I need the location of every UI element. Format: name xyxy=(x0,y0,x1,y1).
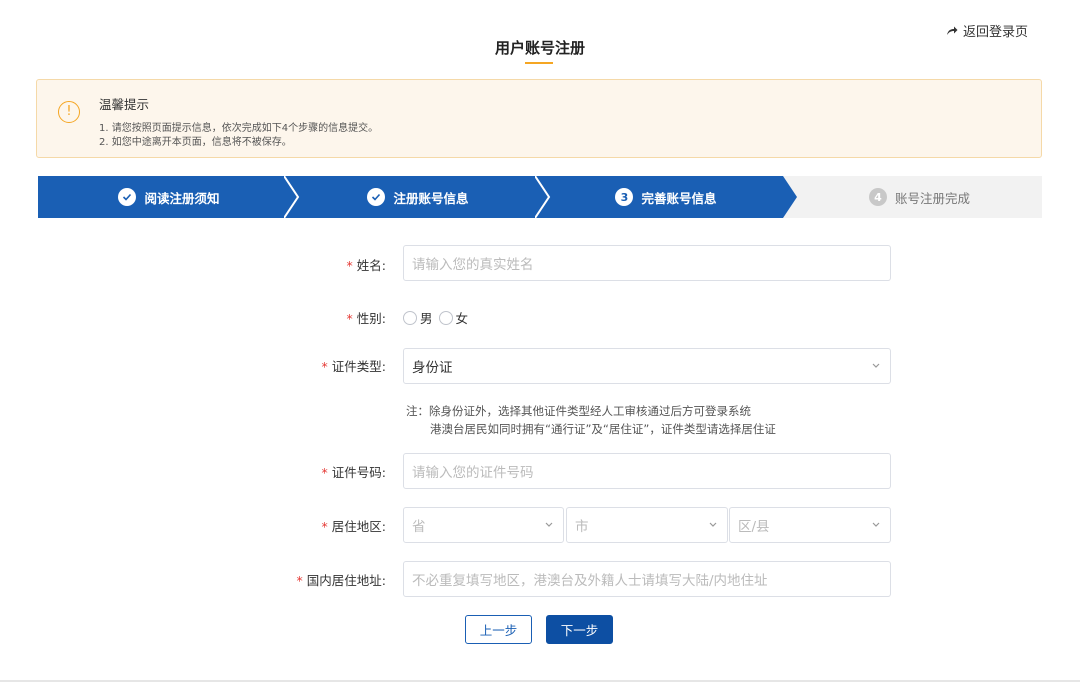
tip-line-1: 1. 请您按照页面提示信息，依次完成如下4个步骤的信息提交。 xyxy=(99,123,379,134)
district-placeholder: 区/县 xyxy=(738,519,770,535)
region-label: * 居住地区: xyxy=(321,519,386,534)
gender-label: * 性别: xyxy=(346,311,386,326)
address-input[interactable]: 不必重复填写地区，港澳台及外籍人士请填写大陆/内地住址 xyxy=(403,561,891,597)
step-2-label: 注册账号信息 xyxy=(393,190,469,206)
id-type-note: 注：除身份证外，选择其他证件类型经人工审核通过后方可登录系统 港澳台居民如同时拥… xyxy=(406,402,776,438)
step-3-label: 完善账号信息 xyxy=(641,190,717,206)
address-label: * 国内居住地址: xyxy=(296,573,386,588)
tip-box: ! 温馨提示 1. 请您按照页面提示信息，依次完成如下4个步骤的信息提交。 2.… xyxy=(36,79,1042,158)
step-1-label: 阅读注册须知 xyxy=(144,190,220,206)
gender-female-label[interactable]: 女 xyxy=(456,308,469,327)
step-4-number: 4 xyxy=(868,188,887,206)
step-3-number: 3 xyxy=(615,188,634,206)
step-2: 注册账号信息 xyxy=(284,176,552,218)
name-input[interactable]: 请输入您的真实姓名 xyxy=(403,245,891,281)
step-3: 3 完善账号信息 xyxy=(535,176,797,218)
province-select[interactable]: 省 xyxy=(403,507,564,543)
id-type-select[interactable]: 身份证 xyxy=(403,348,891,384)
check-icon xyxy=(367,188,386,206)
chevron-down-icon xyxy=(872,522,880,527)
prev-step-button[interactable]: 上一步 xyxy=(465,615,532,644)
id-number-input[interactable]: 请输入您的证件号码 xyxy=(403,453,891,489)
city-select[interactable]: 市 xyxy=(566,507,728,543)
gender-radio-group: 男 女 xyxy=(403,308,474,327)
district-select[interactable]: 区/县 xyxy=(729,507,891,543)
id-type-label: * 证件类型: xyxy=(321,359,386,374)
chevron-down-icon xyxy=(545,522,553,527)
return-arrow-icon xyxy=(947,26,958,35)
step-4: 4 账号注册完成 xyxy=(797,176,1042,218)
note-line-2: 港澳台居民如同时拥有“通行证”及“居住证”，证件类型请选择居住证 xyxy=(430,422,776,436)
province-placeholder: 省 xyxy=(412,519,426,535)
tip-title: 温馨提示 xyxy=(99,97,150,112)
name-placeholder: 请输入您的真实姓名 xyxy=(412,257,534,273)
chevron-down-icon xyxy=(872,363,880,368)
id-number-label: * 证件号码: xyxy=(321,465,386,480)
warning-icon: ! xyxy=(58,101,80,123)
note-line-1: 注：除身份证外，选择其他证件类型经人工审核通过后方可登录系统 xyxy=(406,404,751,418)
step-progress: 阅读注册须知 注册账号信息 3 完善账号信息 4 账号注册完成 xyxy=(38,176,1042,218)
id-number-placeholder: 请输入您的证件号码 xyxy=(412,465,534,481)
tip-line-2: 2. 如您中途离开本页面，信息将不被保存。 xyxy=(99,137,292,148)
step-1: 阅读注册须知 xyxy=(38,176,300,218)
id-type-value: 身份证 xyxy=(412,360,453,376)
next-step-button[interactable]: 下一步 xyxy=(546,615,613,644)
name-label: * 姓名: xyxy=(346,258,386,273)
gender-female-radio[interactable] xyxy=(438,310,453,325)
chevron-down-icon xyxy=(709,522,717,527)
title-underline xyxy=(525,62,553,64)
address-placeholder: 不必重复填写地区，港澳台及外籍人士请填写大陆/内地住址 xyxy=(412,573,768,589)
city-placeholder: 市 xyxy=(575,519,589,535)
gender-male-label[interactable]: 男 xyxy=(420,308,433,327)
gender-male-radio[interactable] xyxy=(403,310,417,325)
page-title: 用户账号注册 xyxy=(494,39,585,57)
step-4-label: 账号注册完成 xyxy=(894,190,970,206)
check-icon xyxy=(118,188,137,206)
